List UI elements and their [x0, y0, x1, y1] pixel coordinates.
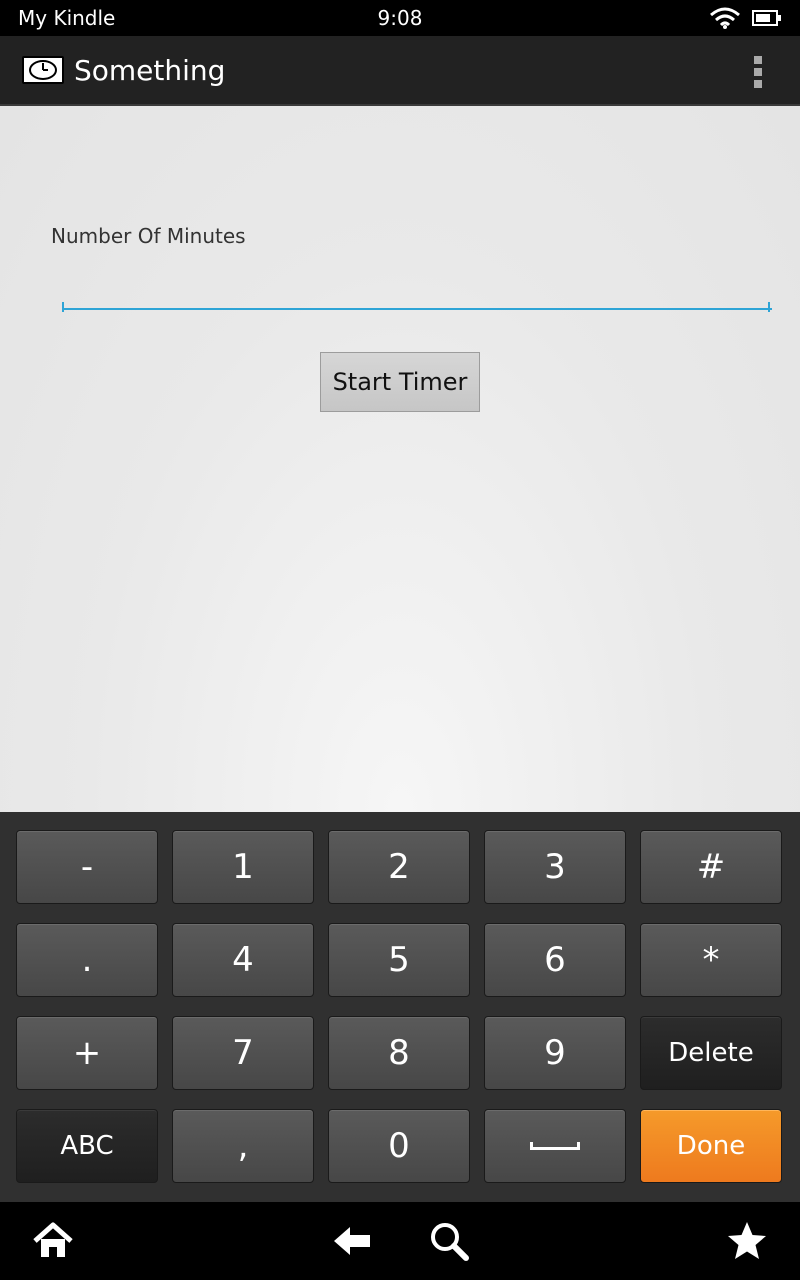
- favorites-icon[interactable]: [725, 1219, 769, 1263]
- key-minus[interactable]: -: [16, 830, 158, 904]
- wifi-icon: [710, 7, 740, 29]
- key-7[interactable]: 7: [172, 1016, 314, 1090]
- key-8[interactable]: 8: [328, 1016, 470, 1090]
- key-5[interactable]: 5: [328, 923, 470, 997]
- key-plus[interactable]: +: [16, 1016, 158, 1090]
- key-asterisk[interactable]: *: [640, 923, 782, 997]
- battery-icon: [752, 10, 781, 26]
- key-9[interactable]: 9: [484, 1016, 626, 1090]
- action-bar: Something: [0, 36, 800, 106]
- numeric-keypad: - 1 2 3 # . 4 5 6 * + 7 8 9 Delete ABC ,…: [0, 812, 800, 1202]
- key-period[interactable]: .: [16, 923, 158, 997]
- overflow-menu-icon[interactable]: [750, 56, 766, 88]
- minutes-label: Number Of Minutes: [51, 224, 246, 248]
- minutes-input[interactable]: [62, 274, 772, 310]
- search-icon[interactable]: [427, 1219, 471, 1263]
- navigation-bar: [0, 1202, 800, 1280]
- key-done[interactable]: Done: [640, 1109, 782, 1183]
- key-abc[interactable]: ABC: [16, 1109, 158, 1183]
- key-delete[interactable]: Delete: [640, 1016, 782, 1090]
- home-icon[interactable]: [31, 1219, 75, 1263]
- status-clock: 9:08: [377, 6, 423, 30]
- key-space[interactable]: [484, 1109, 626, 1183]
- main-content: Number Of Minutes Start Timer: [0, 106, 800, 812]
- input-underline-left: [62, 302, 64, 312]
- start-timer-button[interactable]: Start Timer: [320, 352, 480, 412]
- back-icon[interactable]: [330, 1219, 374, 1263]
- key-6[interactable]: 6: [484, 923, 626, 997]
- status-bar: My Kindle 9:08: [0, 0, 800, 36]
- key-hash[interactable]: #: [640, 830, 782, 904]
- key-2[interactable]: 2: [328, 830, 470, 904]
- clock-icon[interactable]: [22, 56, 64, 84]
- key-4[interactable]: 4: [172, 923, 314, 997]
- app-title: Something: [74, 54, 226, 87]
- key-3[interactable]: 3: [484, 830, 626, 904]
- key-comma[interactable]: ,: [172, 1109, 314, 1183]
- key-1[interactable]: 1: [172, 830, 314, 904]
- key-0[interactable]: 0: [328, 1109, 470, 1183]
- space-icon: [530, 1142, 580, 1150]
- input-underline-right: [768, 302, 770, 312]
